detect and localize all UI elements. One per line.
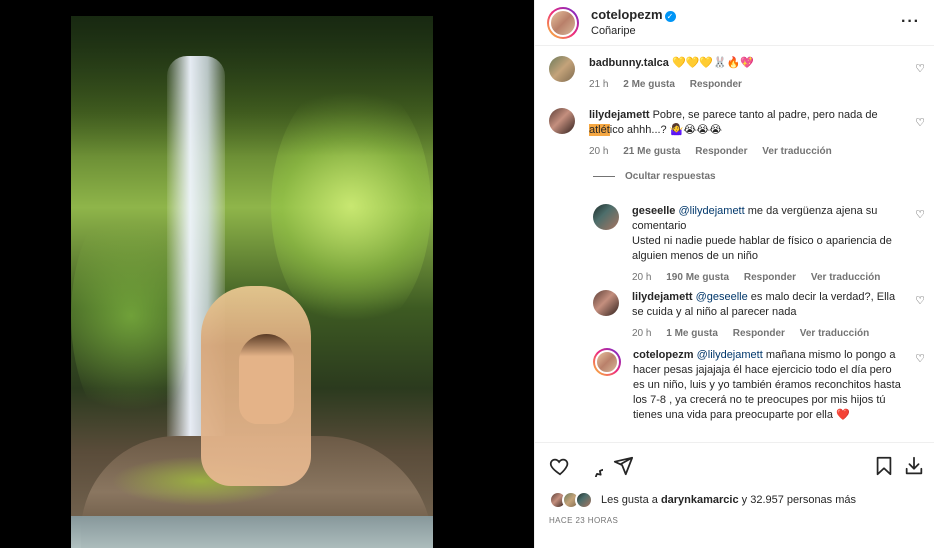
comment-likes[interactable]: 2 Me gusta (623, 79, 675, 90)
mention-link[interactable]: @geseelle (696, 291, 748, 303)
comment-item: lilydejamett Pobre, se parece tanto al p… (549, 108, 909, 159)
heart-icon[interactable]: ♡ (915, 116, 925, 129)
post-actions: Les gusta a darynkamarcic y 32.957 perso… (535, 442, 934, 548)
heart-icon[interactable]: ♡ (915, 62, 925, 75)
reply-item: cotelopezm @lilydejamett mañana mismo lo… (593, 348, 903, 423)
commenter-avatar[interactable] (549, 56, 575, 82)
comment-time[interactable]: 20 h (632, 272, 651, 283)
comment-username[interactable]: lilydejamett (632, 291, 693, 303)
commenter-avatar[interactable] (593, 204, 619, 230)
post-location[interactable]: Coñaripe (591, 23, 676, 39)
bookmark-icon[interactable] (873, 455, 895, 477)
reply-button[interactable]: Responder (733, 328, 785, 339)
download-icon[interactable] (903, 455, 925, 477)
heart-icon[interactable]: ♡ (915, 294, 925, 307)
post-photo[interactable] (71, 16, 433, 548)
reply-button[interactable]: Responder (690, 79, 742, 90)
verified-icon: ✓ (664, 10, 676, 22)
mention-link[interactable]: @lilydejamett (678, 205, 744, 217)
translate-button[interactable]: Ver traducción (762, 146, 831, 157)
comment-likes[interactable]: 1 Me gusta (666, 328, 718, 339)
comment-likes[interactable]: 21 Me gusta (623, 146, 680, 157)
heart-icon[interactable]: ♡ (915, 352, 925, 365)
mention-link[interactable]: @lilydejamett (697, 349, 763, 361)
comment-likes[interactable]: 190 Me gusta (666, 272, 729, 283)
comment-time[interactable]: 20 h (589, 146, 608, 157)
liker-avatar (575, 491, 593, 509)
likes-prefix: Les gusta a (601, 494, 661, 506)
liker-username[interactable]: darynkamarcic (661, 494, 739, 506)
comment-text: 💛💛💛🐰🔥💖 (671, 57, 755, 69)
post-media (0, 0, 534, 548)
highlighted-text: atlét (589, 124, 610, 136)
like-heart-icon[interactable] (549, 455, 571, 477)
comment-item: badbunny.talca 💛💛💛🐰🔥💖 21 h 2 Me gusta Re… (549, 56, 909, 92)
water (71, 516, 433, 548)
commenter-avatar[interactable] (593, 348, 621, 376)
comment-username[interactable]: badbunny.talca (589, 57, 669, 69)
translate-button[interactable]: Ver traducción (800, 328, 869, 339)
reply-button[interactable]: Responder (695, 146, 747, 157)
hide-replies-label: Ocultar respuestas (625, 171, 716, 182)
heart-icon[interactable]: ♡ (915, 208, 925, 221)
likes-summary: Les gusta a darynkamarcic y 32.957 perso… (549, 491, 856, 509)
post-panel: cotelopezm ✓ Coñaripe ··· badbunny.talca … (534, 0, 934, 548)
author-username[interactable]: cotelopezm (591, 7, 663, 22)
comment-text-line2: Usted ni nadie puede hablar de físico o … (632, 235, 892, 262)
author-avatar[interactable] (547, 6, 579, 39)
comment-time[interactable]: 20 h (632, 328, 651, 339)
commenter-avatar[interactable] (549, 108, 575, 134)
hide-replies-button[interactable]: Ocultar respuestas (593, 171, 716, 182)
likers-avatars[interactable] (549, 491, 593, 509)
post-timestamp[interactable]: HACE 23 HORAS (549, 516, 618, 525)
instagram-post: cotelopezm ✓ Coñaripe ··· badbunny.talca … (0, 0, 934, 548)
translate-button[interactable]: Ver traducción (811, 272, 880, 283)
comment-time[interactable]: 21 h (589, 79, 608, 90)
comments-list: badbunny.talca 💛💛💛🐰🔥💖 21 h 2 Me gusta Re… (535, 46, 934, 442)
comment-icon[interactable] (581, 455, 603, 477)
likes-text: Les gusta a darynkamarcic y 32.957 perso… (601, 494, 856, 506)
likes-suffix[interactable]: y 32.957 personas más (739, 494, 856, 506)
comment-username[interactable]: geseelle (632, 205, 675, 217)
comment-username[interactable]: lilydejamett (589, 109, 650, 121)
more-icon[interactable]: ··· (901, 13, 920, 31)
commenter-avatar[interactable] (593, 290, 619, 316)
reply-item: lilydejamett @geseelle es malo decir la … (593, 290, 903, 341)
child-figure (239, 334, 294, 424)
comment-username[interactable]: cotelopezm (633, 349, 694, 361)
post-header: cotelopezm ✓ Coñaripe ··· (535, 0, 934, 46)
comment-text-part: ico ahhh...? 🤷‍♀️😭😭😭 (609, 124, 722, 136)
comment-text-part: Pobre, se parece tanto al padre, pero na… (652, 109, 878, 121)
reply-item: geseelle @lilydejamett me da vergüenza a… (593, 204, 903, 285)
reply-button[interactable]: Responder (744, 272, 796, 283)
share-icon[interactable] (612, 455, 634, 477)
